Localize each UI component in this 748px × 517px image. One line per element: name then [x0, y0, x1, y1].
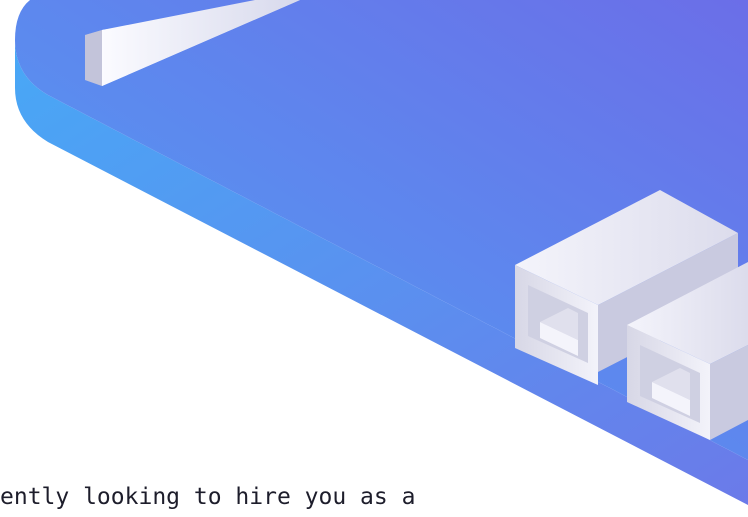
hero-text: ently looking to hire you as a [0, 484, 416, 510]
page: ently looking to hire you as a [0, 0, 748, 517]
circuit-board-illustration [15, 0, 748, 505]
